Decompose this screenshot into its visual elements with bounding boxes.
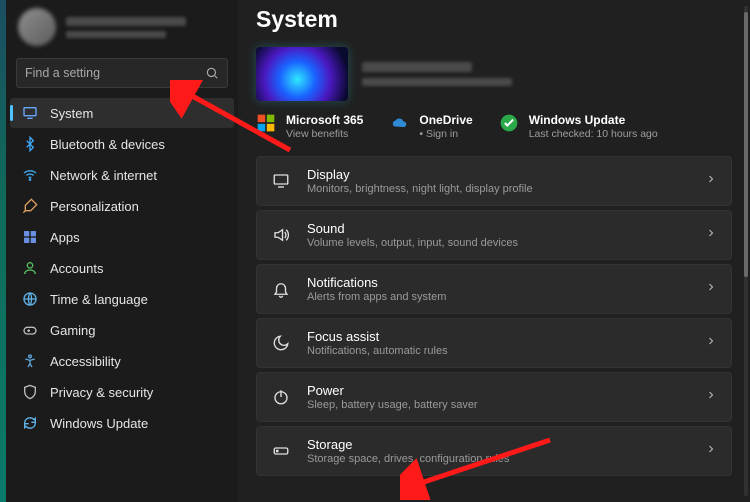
brush-icon xyxy=(22,198,38,214)
sidebar-item-label: Personalization xyxy=(50,199,139,214)
card-sub: • Sign in xyxy=(419,128,472,140)
search-placeholder: Find a setting xyxy=(25,66,100,80)
bell-icon xyxy=(271,279,291,299)
update-check-icon xyxy=(499,113,519,133)
sidebar-item-label: Privacy & security xyxy=(50,385,153,400)
avatar xyxy=(18,8,56,46)
row-title: Display xyxy=(307,167,689,182)
row-storage[interactable]: Storage Storage space, drives, configura… xyxy=(256,426,732,476)
sidebar-item-label: Accounts xyxy=(50,261,103,276)
sidebar-item-time-language[interactable]: Time & language xyxy=(10,284,234,314)
row-title: Sound xyxy=(307,221,689,236)
card-sub: Last checked: 10 hours ago xyxy=(529,128,658,140)
onedrive-icon xyxy=(389,113,409,133)
sidebar: Find a setting System Bluetooth & device… xyxy=(6,0,238,502)
card-onedrive[interactable]: OneDrive • Sign in xyxy=(389,113,472,140)
microsoft-365-icon xyxy=(256,113,276,133)
globe-icon xyxy=(22,291,38,307)
sidebar-item-gaming[interactable]: Gaming xyxy=(10,315,234,345)
row-sub: Alerts from apps and system xyxy=(307,291,689,303)
sidebar-item-label: System xyxy=(50,106,93,121)
scrollbar-thumb[interactable] xyxy=(744,12,748,277)
row-sound[interactable]: Sound Volume levels, output, input, soun… xyxy=(256,210,732,260)
row-power[interactable]: Power Sleep, battery usage, battery save… xyxy=(256,372,732,422)
card-windows-update[interactable]: Windows Update Last checked: 10 hours ag… xyxy=(499,113,658,140)
device-name-block[interactable] xyxy=(362,62,512,86)
storage-icon xyxy=(271,441,291,461)
sidebar-item-system[interactable]: System xyxy=(10,98,234,128)
bluetooth-icon xyxy=(22,136,38,152)
settings-app: Find a setting System Bluetooth & device… xyxy=(6,0,750,502)
device-hero xyxy=(256,47,732,101)
row-display[interactable]: Display Monitors, brightness, night ligh… xyxy=(256,156,732,206)
sidebar-item-label: Windows Update xyxy=(50,416,148,431)
card-title: OneDrive xyxy=(419,113,472,127)
display-icon xyxy=(22,105,38,121)
row-title: Notifications xyxy=(307,275,689,290)
chevron-right-icon xyxy=(705,334,717,352)
search-input[interactable]: Find a setting xyxy=(16,58,228,88)
gaming-icon xyxy=(22,322,38,338)
sidebar-item-accounts[interactable]: Accounts xyxy=(10,253,234,283)
chevron-right-icon xyxy=(705,172,717,190)
row-title: Storage xyxy=(307,437,689,452)
wifi-icon xyxy=(22,167,38,183)
sidebar-item-privacy[interactable]: Privacy & security xyxy=(10,377,234,407)
sidebar-item-apps[interactable]: Apps xyxy=(10,222,234,252)
sidebar-item-windows-update[interactable]: Windows Update xyxy=(10,408,234,438)
sidebar-item-label: Bluetooth & devices xyxy=(50,137,165,152)
desktop-wallpaper-preview[interactable] xyxy=(256,47,348,101)
sidebar-item-label: Network & internet xyxy=(50,168,157,183)
row-sub: Volume levels, output, input, sound devi… xyxy=(307,237,689,249)
row-title: Focus assist xyxy=(307,329,689,344)
row-title: Power xyxy=(307,383,689,398)
sidebar-item-label: Apps xyxy=(50,230,80,245)
sidebar-item-label: Time & language xyxy=(50,292,148,307)
profile-text xyxy=(66,17,186,38)
accounts-icon xyxy=(22,260,38,276)
sound-icon xyxy=(271,225,291,245)
main-content: System Microsoft 365 View benefits xyxy=(238,0,750,502)
sidebar-item-network[interactable]: Network & internet xyxy=(10,160,234,190)
sidebar-nav: System Bluetooth & devices Network & int… xyxy=(6,98,238,438)
row-notifications[interactable]: Notifications Alerts from apps and syste… xyxy=(256,264,732,314)
power-icon xyxy=(271,387,291,407)
chevron-right-icon xyxy=(705,388,717,406)
row-sub: Storage space, drives, configuration rul… xyxy=(307,453,689,465)
chevron-right-icon xyxy=(705,226,717,244)
settings-list: Display Monitors, brightness, night ligh… xyxy=(256,156,732,476)
card-title: Microsoft 365 xyxy=(286,113,363,127)
sidebar-item-bluetooth[interactable]: Bluetooth & devices xyxy=(10,129,234,159)
row-sub: Sleep, battery usage, battery saver xyxy=(307,399,689,411)
chevron-right-icon xyxy=(705,442,717,460)
card-microsoft-365[interactable]: Microsoft 365 View benefits xyxy=(256,113,363,140)
display-icon xyxy=(271,171,291,191)
moon-icon xyxy=(271,333,291,353)
chevron-right-icon xyxy=(705,280,717,298)
scrollbar[interactable] xyxy=(744,6,748,496)
page-title: System xyxy=(256,0,732,47)
update-icon xyxy=(22,415,38,431)
accessibility-icon xyxy=(22,353,38,369)
row-sub: Monitors, brightness, night light, displ… xyxy=(307,183,689,195)
card-sub: View benefits xyxy=(286,128,363,140)
window-edge-accent xyxy=(0,0,6,502)
row-sub: Notifications, automatic rules xyxy=(307,345,689,357)
sidebar-item-personalization[interactable]: Personalization xyxy=(10,191,234,221)
promo-cards: Microsoft 365 View benefits OneDrive • S… xyxy=(256,113,732,140)
row-focus-assist[interactable]: Focus assist Notifications, automatic ru… xyxy=(256,318,732,368)
shield-icon xyxy=(22,384,38,400)
sidebar-item-accessibility[interactable]: Accessibility xyxy=(10,346,234,376)
profile-header[interactable] xyxy=(6,8,238,56)
card-title: Windows Update xyxy=(529,113,658,127)
search-icon xyxy=(205,66,219,80)
apps-icon xyxy=(22,229,38,245)
sidebar-item-label: Accessibility xyxy=(50,354,121,369)
sidebar-item-label: Gaming xyxy=(50,323,96,338)
